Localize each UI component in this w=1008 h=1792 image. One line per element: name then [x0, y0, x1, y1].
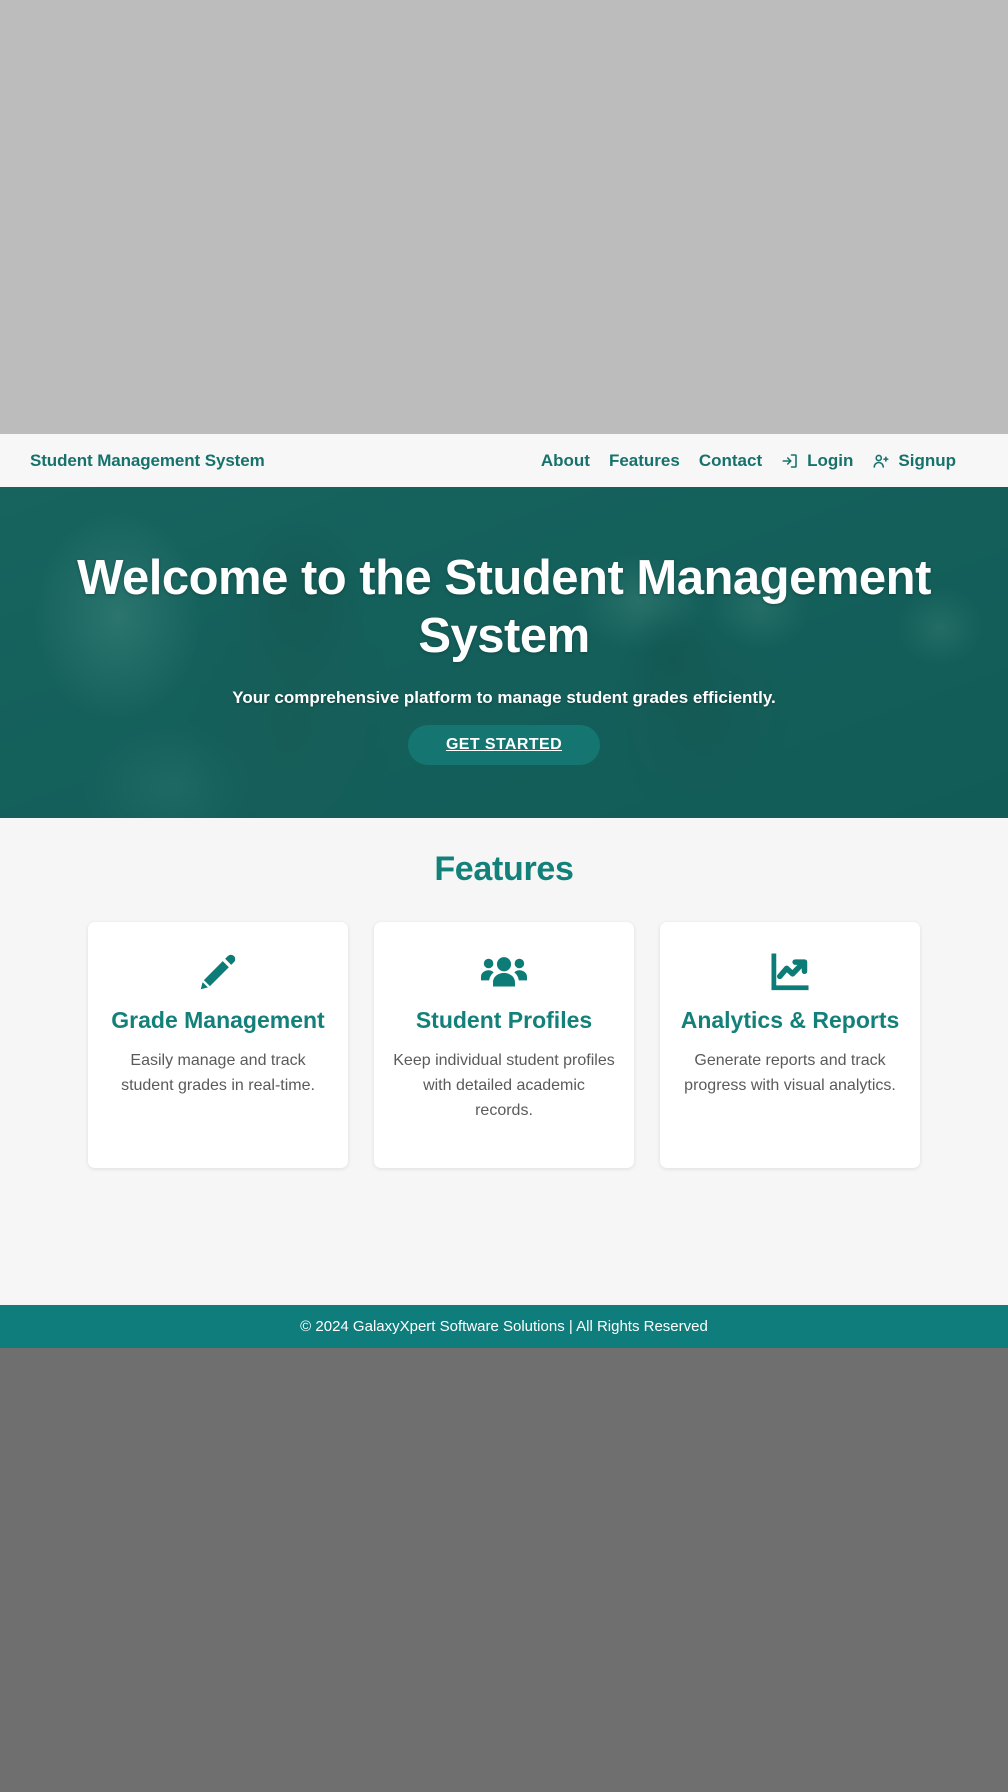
feature-card-grade-management[interactable]: Grade Management Easily manage and track… [88, 922, 348, 1168]
hero-content: Welcome to the Student Management System… [0, 487, 1008, 818]
sign-in-icon [781, 452, 799, 470]
nav-link-contact[interactable]: Contact [699, 451, 762, 471]
nav-link-signup-label: Signup [898, 450, 956, 470]
feature-cards: Grade Management Easily manage and track… [0, 922, 1008, 1168]
get-started-button[interactable]: GET STARTED [407, 724, 601, 765]
feature-card-title: Grade Management [111, 1007, 325, 1033]
feature-card-student-profiles[interactable]: Student Profiles Keep individual student… [374, 922, 634, 1168]
nav-link-features[interactable]: Features [609, 451, 680, 471]
nav-link-signup[interactable]: Signup [872, 451, 956, 471]
chart-line-up-icon [678, 948, 902, 996]
site-brand[interactable]: Student Management System [30, 451, 265, 471]
nav-link-about[interactable]: About [541, 451, 590, 471]
footer-copyright: © 2024 GalaxyXpert Software Solutions | … [300, 1318, 708, 1335]
hero-title-line-1: Welcome to the Student Management [77, 551, 931, 606]
hero-section: Welcome to the Student Management System… [0, 487, 1008, 818]
hero-subtitle: Your comprehensive platform to manage st… [232, 687, 776, 707]
page-viewport: Student Management System About Features… [0, 434, 1008, 1348]
nav-link-login-label: Login [807, 450, 854, 470]
nav-links: About Features Contact Login Signup [541, 451, 956, 471]
feature-card-text: Easily manage and track student grades i… [121, 1052, 315, 1095]
footer: © 2024 GalaxyXpert Software Solutions | … [0, 1305, 1008, 1348]
browser-chrome-bottom [0, 1348, 1008, 1792]
features-heading: Features [434, 850, 574, 888]
user-plus-icon [872, 452, 890, 470]
nav-link-login[interactable]: Login [781, 451, 853, 471]
feature-card-analytics-reports[interactable]: Analytics & Reports Generate reports and… [660, 922, 920, 1168]
navbar: Student Management System About Features… [0, 434, 1008, 487]
browser-chrome-top [0, 0, 1008, 434]
features-section: Features Grade Management Easily manage … [0, 818, 1008, 1168]
feature-card-title: Analytics & Reports [680, 1007, 900, 1033]
feature-card-text: Keep individual student profiles with de… [393, 1052, 615, 1120]
feature-card-text: Generate reports and track progress with… [684, 1052, 896, 1095]
feature-card-title: Student Profiles [415, 1007, 593, 1033]
pencil-icon [106, 948, 330, 996]
hero-title-line-2: System [418, 609, 590, 663]
users-group-icon [392, 948, 616, 996]
